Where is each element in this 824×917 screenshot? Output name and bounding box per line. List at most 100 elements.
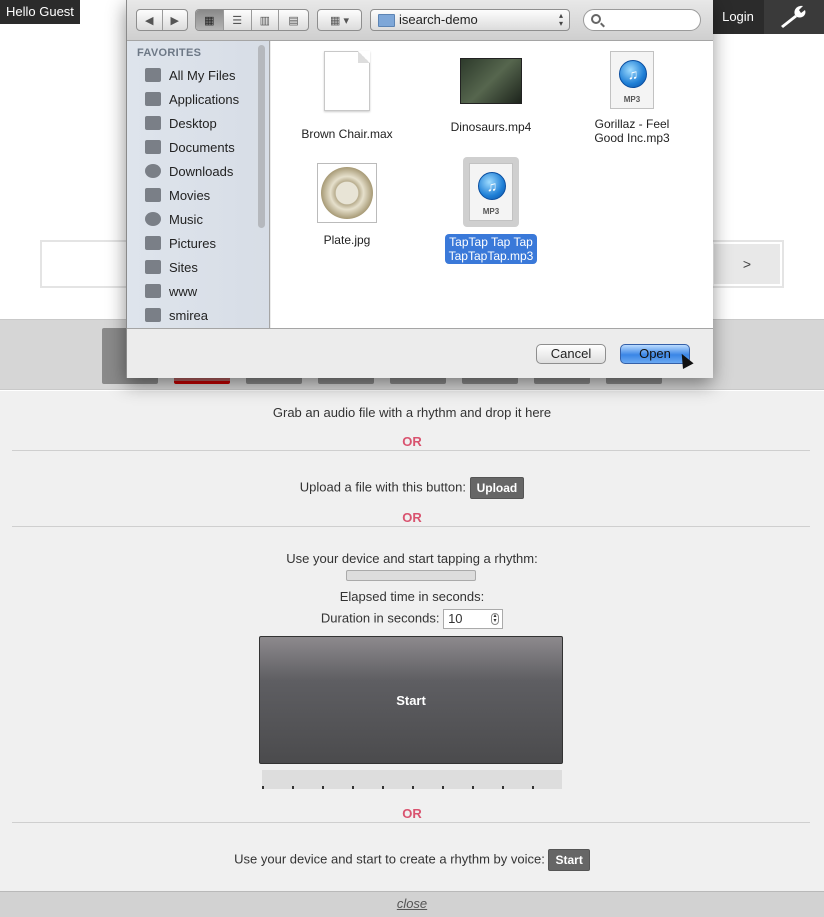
- back-arrow-icon[interactable]: ◀: [137, 10, 163, 30]
- arrange-menu[interactable]: ▦ ▾: [317, 9, 362, 31]
- selection-highlight: ♫ MP3: [463, 157, 519, 227]
- folder-icon: [145, 284, 161, 298]
- sidebar-item-music[interactable]: Music: [145, 208, 265, 230]
- search-go-button[interactable]: >: [714, 244, 780, 284]
- file-item[interactable]: ♫ MP3 Gorillaz - Feel Good Inc.mp3: [572, 51, 692, 145]
- file-item[interactable]: Brown Chair.max: [287, 51, 407, 141]
- voice-row: Use your device and start to create a rh…: [0, 849, 824, 871]
- sidebar-item-label: Music: [169, 211, 203, 227]
- list-view-icon[interactable]: ☰: [224, 10, 252, 30]
- sidebar-item-label: Applications: [169, 91, 240, 107]
- file-name-line: Gorillaz - Feel: [594, 117, 670, 131]
- timeline-ruler: [262, 770, 562, 789]
- desktop-icon: [145, 116, 161, 130]
- popup-arrows-icon: ▴ ▾: [558, 11, 563, 28]
- footer: close: [0, 891, 824, 917]
- separator: [12, 822, 810, 823]
- view-mode-switcher: ▦ ☰ ▥ ▤: [195, 9, 309, 31]
- duration-value: 10: [448, 611, 463, 626]
- column-view-icon[interactable]: ▥: [252, 10, 280, 30]
- sidebar-item-label: smirea: [169, 307, 209, 323]
- arrange-grid-icon: ▦ ▾: [330, 14, 349, 27]
- upload-text: Upload a file with this button:: [299, 479, 466, 495]
- dialog-toolbar: ◀ ▶ ▦ ☰ ▥ ▤ ▦ ▾ isearch-demo ▴ ▾: [127, 0, 713, 41]
- selected-file-name: TapTap Tap Tap TapTapTap.mp3: [444, 234, 538, 264]
- upload-row: Upload a file with this button: Upload: [0, 477, 824, 499]
- close-link[interactable]: close: [397, 896, 427, 911]
- sidebar-scrollbar[interactable]: [258, 45, 265, 228]
- music-icon: [145, 212, 161, 226]
- file-browser: Brown Chair.max Dinosaurs.mp4 ♫ MP3 Gori…: [271, 41, 713, 328]
- sidebar-item-label: Downloads: [169, 163, 234, 179]
- music-note-icon: ♫: [619, 60, 647, 88]
- icon-view-icon[interactable]: ▦: [196, 10, 224, 30]
- upload-button[interactable]: Upload: [469, 477, 525, 499]
- duration-input[interactable]: 10 ▴ ▾: [443, 609, 504, 629]
- sidebar-item-smirea[interactable]: smirea: [145, 304, 265, 326]
- coverflow-view-icon[interactable]: ▤: [279, 10, 308, 30]
- file-item[interactable]: Dinosaurs.mp4: [431, 58, 551, 134]
- cancel-button[interactable]: Cancel: [536, 344, 606, 364]
- file-name-line: TapTapTap.mp3: [448, 249, 534, 263]
- downloads-icon: [145, 164, 161, 178]
- sidebar-item-desktop[interactable]: Desktop: [145, 112, 265, 134]
- image-thumbnail: [317, 163, 377, 223]
- search-icon: [591, 14, 601, 24]
- sidebar-item-label: Documents: [169, 139, 235, 155]
- duration-stepper[interactable]: ▴ ▾: [491, 613, 500, 625]
- music-note-icon: ♫: [478, 172, 506, 200]
- sidebar-item-downloads[interactable]: Downloads: [145, 160, 265, 182]
- document-icon: [324, 51, 370, 111]
- file-name-line: TapTap Tap Tap: [449, 235, 533, 249]
- sidebar-item-all-my-files[interactable]: All My Files: [145, 64, 265, 86]
- tap-progress-bar: [346, 570, 476, 581]
- login-button[interactable]: Login: [712, 0, 764, 34]
- sidebar-item-label: Desktop: [169, 115, 217, 131]
- sidebar-item-label: Sites: [169, 259, 198, 275]
- sidebar-item-label: Movies: [169, 187, 211, 203]
- mp3-badge: MP3: [482, 207, 500, 216]
- drop-instructions: Grab an audio file with a rhythm and dro…: [272, 405, 552, 420]
- home-icon: [145, 308, 161, 322]
- folder-icon: [145, 260, 161, 274]
- file-item[interactable]: Plate.jpg: [287, 163, 407, 247]
- duration-label: Duration in seconds:: [320, 610, 440, 626]
- voice-text: Use your device and start to create a rh…: [234, 851, 545, 867]
- file-item-selected[interactable]: ♫ MP3 TapTap Tap Tap TapTapTap.mp3: [431, 157, 551, 264]
- favorites-heading: FAVORITES: [137, 47, 202, 59]
- movies-icon: [145, 188, 161, 202]
- location-popup[interactable]: isearch-demo ▴ ▾: [370, 9, 570, 31]
- or-divider-label: OR: [402, 434, 422, 449]
- voice-start-button[interactable]: Start: [548, 849, 590, 871]
- file-open-dialog: ◀ ▶ ▦ ☰ ▥ ▤ ▦ ▾ isearch-demo ▴ ▾ FAVORITE…: [126, 0, 713, 378]
- wrench-icon[interactable]: [764, 0, 824, 34]
- file-name: Dinosaurs.mp4: [450, 120, 532, 134]
- dialog-search-field[interactable]: [583, 9, 701, 31]
- file-name: Brown Chair.max: [301, 127, 393, 141]
- sidebar-item-movies[interactable]: Movies: [145, 184, 265, 206]
- sidebar-item-www[interactable]: www: [145, 280, 265, 302]
- tap-instructions: Use your device and start tapping a rhyt…: [286, 551, 538, 566]
- file-name: Plate.jpg: [323, 233, 371, 247]
- sidebar-item-applications[interactable]: Applications: [145, 88, 265, 110]
- sidebar-item-documents[interactable]: Documents: [145, 136, 265, 158]
- or-divider-label: OR: [402, 510, 422, 525]
- separator: [12, 450, 810, 451]
- mp3-file-icon: ♫ MP3: [610, 51, 654, 109]
- sidebar-item-label: Pictures: [169, 235, 216, 251]
- documents-icon: [145, 140, 161, 154]
- video-thumbnail: [460, 58, 522, 104]
- sidebar-item-label: All My Files: [169, 67, 236, 83]
- all-files-icon: [145, 68, 161, 82]
- sidebar-item-sites[interactable]: Sites: [145, 256, 265, 278]
- folder-icon: [378, 14, 395, 27]
- elapsed-label: Elapsed time in seconds:: [339, 589, 485, 604]
- pictures-icon: [145, 236, 161, 250]
- forward-arrow-icon[interactable]: ▶: [163, 10, 188, 30]
- dialog-button-bar: Cancel Open: [127, 328, 713, 378]
- rhythm-panel: Grab an audio file with a rhythm and dro…: [0, 391, 824, 891]
- sidebar-item-pictures[interactable]: Pictures: [145, 232, 265, 254]
- or-divider-label: OR: [402, 806, 422, 821]
- sidebar-item-label: www: [169, 283, 198, 299]
- tap-start-button[interactable]: Start: [259, 636, 563, 764]
